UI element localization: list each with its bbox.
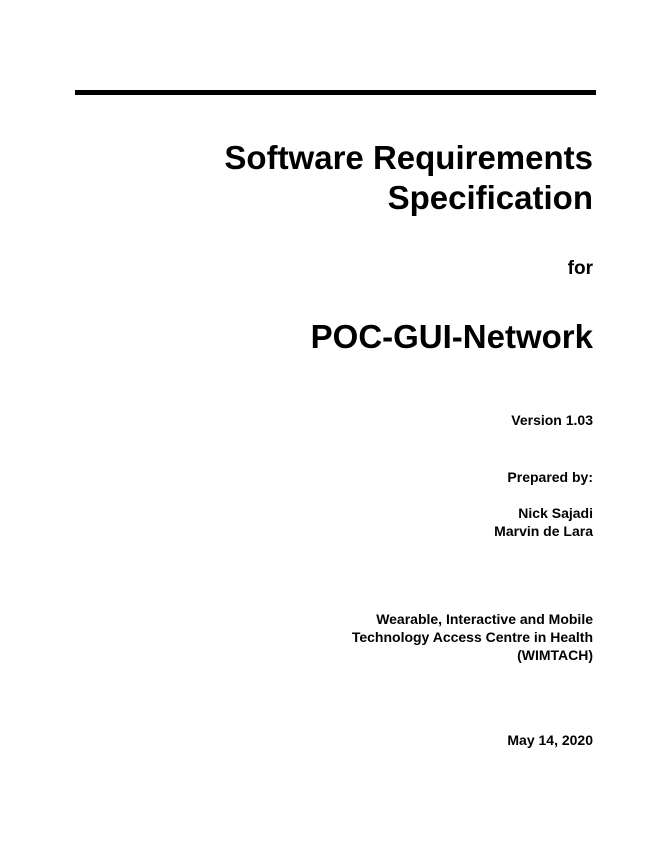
document-title-line-1: Software Requirements [224,139,593,176]
prepared-by-label: Prepared by: [507,469,593,485]
author-name: Nick Sajadi [518,505,593,521]
organization-line-2: Technology Access Centre in Health [351,629,593,645]
organization-line-3: (WIMTACH) [517,647,593,663]
document-title-line-2: Specification [387,179,593,216]
document-date: May 14, 2020 [507,732,593,748]
document-title: Software Requirements Specification [224,138,593,218]
version-label: Version 1.03 [511,412,593,428]
author-list: Nick Sajadi Marvin de Lara [494,504,593,540]
for-label: for [567,258,593,279]
author-name: Marvin de Lara [494,523,593,539]
organization-name: Wearable, Interactive and Mobile Technol… [352,610,593,664]
project-name: POC-GUI-Network [310,318,593,355]
title-rule [75,90,596,95]
organization-line-1: Wearable, Interactive and Mobile [376,611,593,627]
